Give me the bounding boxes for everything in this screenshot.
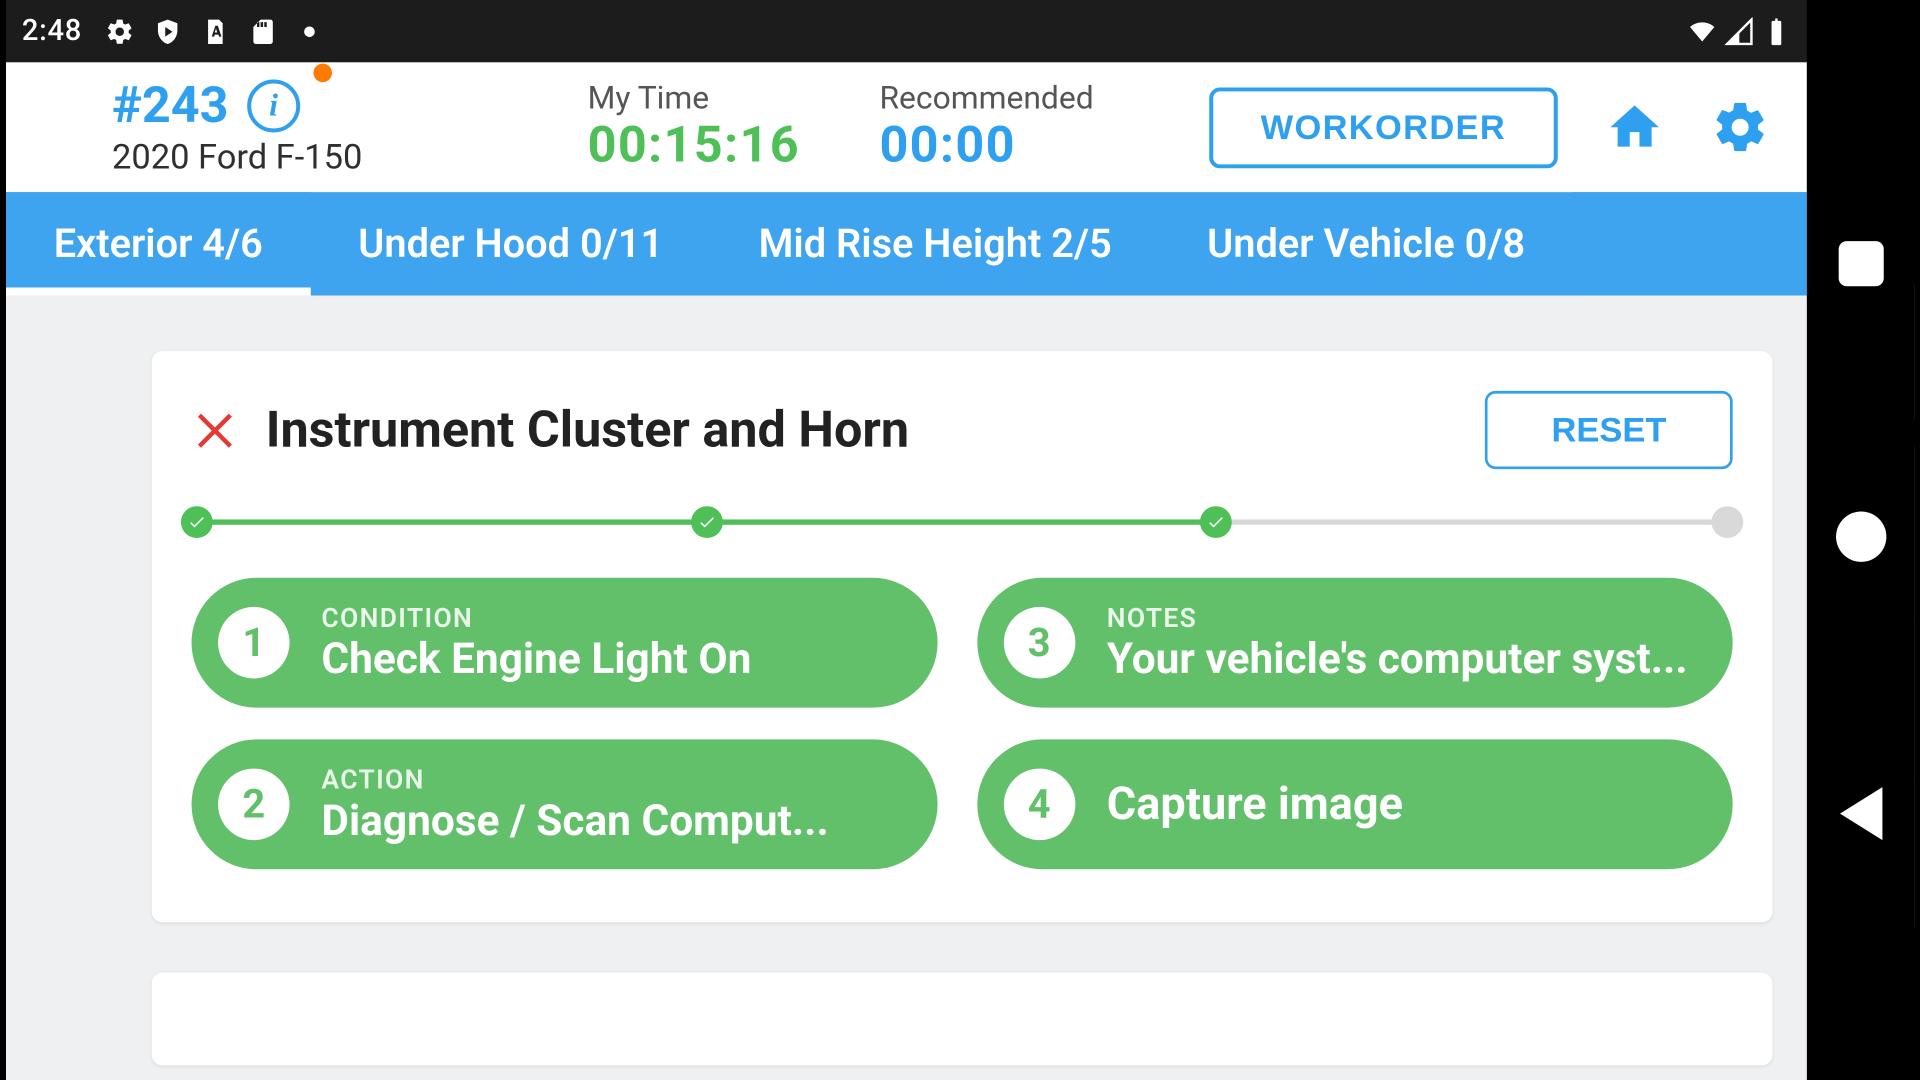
pill-label: ACTION (321, 763, 828, 795)
pill-notes[interactable]: 3 NOTES Your vehicle's computer syst... (977, 578, 1733, 708)
mytime-label: My Time (587, 80, 799, 117)
progress-step-4-icon (1711, 506, 1743, 538)
vehicle-label: 2020 Ford F-150 (112, 138, 362, 178)
content-area: Instrument Cluster and Horn RESET 1 (6, 296, 1807, 1080)
pill-value: Capture image (1107, 778, 1403, 831)
order-id[interactable]: #243 (112, 77, 229, 135)
cell-signal-icon (1725, 17, 1754, 46)
tab-label: Mid Rise Height 2/5 (759, 221, 1112, 267)
inspection-card: Instrument Cluster and Horn RESET 1 (152, 351, 1773, 922)
pill-condition[interactable]: 1 CONDITION Check Engine Light On (191, 578, 937, 708)
tab-label: Under Hood 0/11 (358, 221, 663, 267)
recommended-value: 00:00 (879, 117, 1093, 175)
progress-step-1-icon (181, 506, 213, 538)
info-icon[interactable]: i (247, 80, 300, 133)
pill-number: 3 (1003, 607, 1075, 679)
progress-step-2-icon (690, 506, 722, 538)
tab-under-hood[interactable]: Under Hood 0/11 (310, 192, 710, 295)
reset-button[interactable]: RESET (1485, 391, 1732, 469)
sd-card-icon (249, 17, 278, 46)
gear-icon (106, 17, 135, 46)
android-nav-bar (1807, 0, 1914, 1080)
overflow-dot-icon (304, 26, 315, 37)
tab-under-vehicle[interactable]: Under Vehicle 0/8 (1159, 192, 1572, 295)
battery-icon (1762, 17, 1791, 46)
section-tabs: Exterior 4/6 Under Hood 0/11 Mid Rise He… (6, 192, 1807, 295)
recent-apps-icon[interactable] (1838, 241, 1883, 286)
workorder-button[interactable]: WORKORDER (1209, 87, 1558, 168)
pill-value: Your vehicle's computer syst... (1107, 633, 1688, 683)
settings-icon[interactable] (1711, 98, 1769, 156)
tab-label: Under Vehicle 0/8 (1207, 221, 1525, 267)
tab-exterior[interactable]: Exterior 4/6 (6, 192, 311, 295)
pill-action[interactable]: 2 ACTION Diagnose / Scan Comput... (191, 739, 937, 869)
android-status-bar: 2:48 (6, 0, 1807, 62)
status-clock: 2:48 (22, 15, 82, 48)
shield-play-icon (153, 17, 182, 46)
pill-number: 2 (218, 769, 290, 841)
step-progress (197, 506, 1728, 538)
recommended-label: Recommended (879, 80, 1093, 117)
pill-label: NOTES (1107, 602, 1688, 634)
pill-label: CONDITION (321, 602, 751, 634)
progress-step-3-icon (1200, 506, 1232, 538)
tab-label: Exterior 4/6 (54, 221, 263, 267)
pill-value: Diagnose / Scan Comput... (321, 795, 828, 845)
pill-number: 4 (1003, 769, 1075, 841)
home-nav-icon[interactable] (1835, 511, 1885, 561)
doc-a-icon (201, 17, 230, 46)
mytime-value: 00:15:16 (587, 117, 799, 175)
wifi-icon (1687, 17, 1716, 46)
pill-number: 1 (218, 607, 290, 679)
fail-x-icon (191, 404, 244, 457)
back-nav-icon[interactable] (1839, 786, 1881, 839)
app-header: #243 i 2020 Ford F-150 My Time 00:15:16 … (6, 62, 1807, 192)
tab-mid-rise[interactable]: Mid Rise Height 2/5 (711, 192, 1160, 295)
home-icon[interactable] (1605, 98, 1663, 156)
notification-dot-icon (313, 64, 332, 83)
pill-value: Check Engine Light On (321, 633, 751, 683)
pill-capture-image[interactable]: 4 Capture image (977, 739, 1733, 869)
inspection-card-next (152, 973, 1773, 1066)
card-title: Instrument Cluster and Horn (266, 401, 909, 459)
